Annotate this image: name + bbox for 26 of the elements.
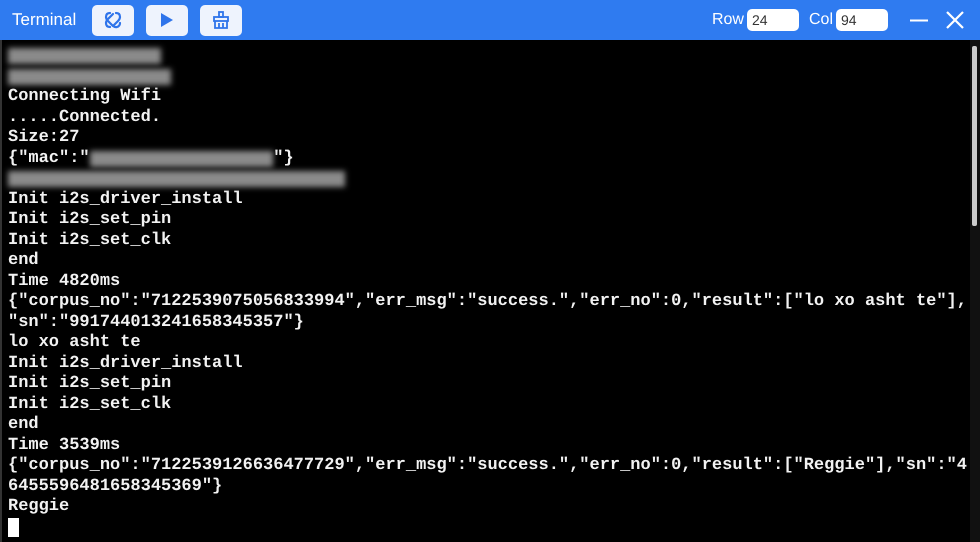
terminal-line: Init i2s_driver_install	[8, 354, 243, 374]
row-label: Row	[712, 11, 744, 29]
terminal-line: Time 3539ms	[8, 436, 120, 456]
terminal-line: {"corpus_no":"7122539126636477729","err_msg":"success.","err_no":0,"result":["Reggie"],"sn":"4	[8, 456, 967, 476]
terminal-line: {"corpus_no":"7122539075056833994","err_msg":"success.","err_no":0,"result":["lo xo asht te"],	[8, 292, 967, 312]
window-title: Terminal	[12, 10, 76, 30]
terminal-line: "}	[273, 148, 294, 169]
terminal-line: "sn":"991744013241658345357"}	[8, 312, 304, 333]
terminal-line: Init i2s_set_clk	[8, 394, 172, 415]
terminal-line: lo xo asht te	[8, 333, 141, 354]
terminal-line: end	[8, 251, 39, 272]
terminal-line: Time 4820ms	[8, 272, 120, 292]
terminal-line: Reggie	[8, 497, 70, 518]
terminal-line: Init i2s_driver_install	[8, 190, 243, 210]
terminal-line: Connecting Wifi	[8, 87, 162, 108]
terminal-line: {"mac":"	[8, 148, 90, 169]
terminal-line: Init i2s_set_clk	[8, 230, 172, 251]
col-field[interactable]: 94	[836, 9, 888, 31]
terminal-line: end	[8, 415, 39, 436]
terminal-line: .....Connected.	[8, 108, 162, 128]
col-label: Col	[808, 11, 833, 29]
terminal-line: Size:27	[8, 128, 80, 148]
row-field[interactable]: 24	[746, 9, 799, 31]
terminal-line: Init i2s_set_pin	[8, 374, 172, 394]
terminal-line: 6455596481658345369"}	[8, 476, 222, 497]
terminal-line: Init i2s_set_pin	[8, 210, 172, 230]
